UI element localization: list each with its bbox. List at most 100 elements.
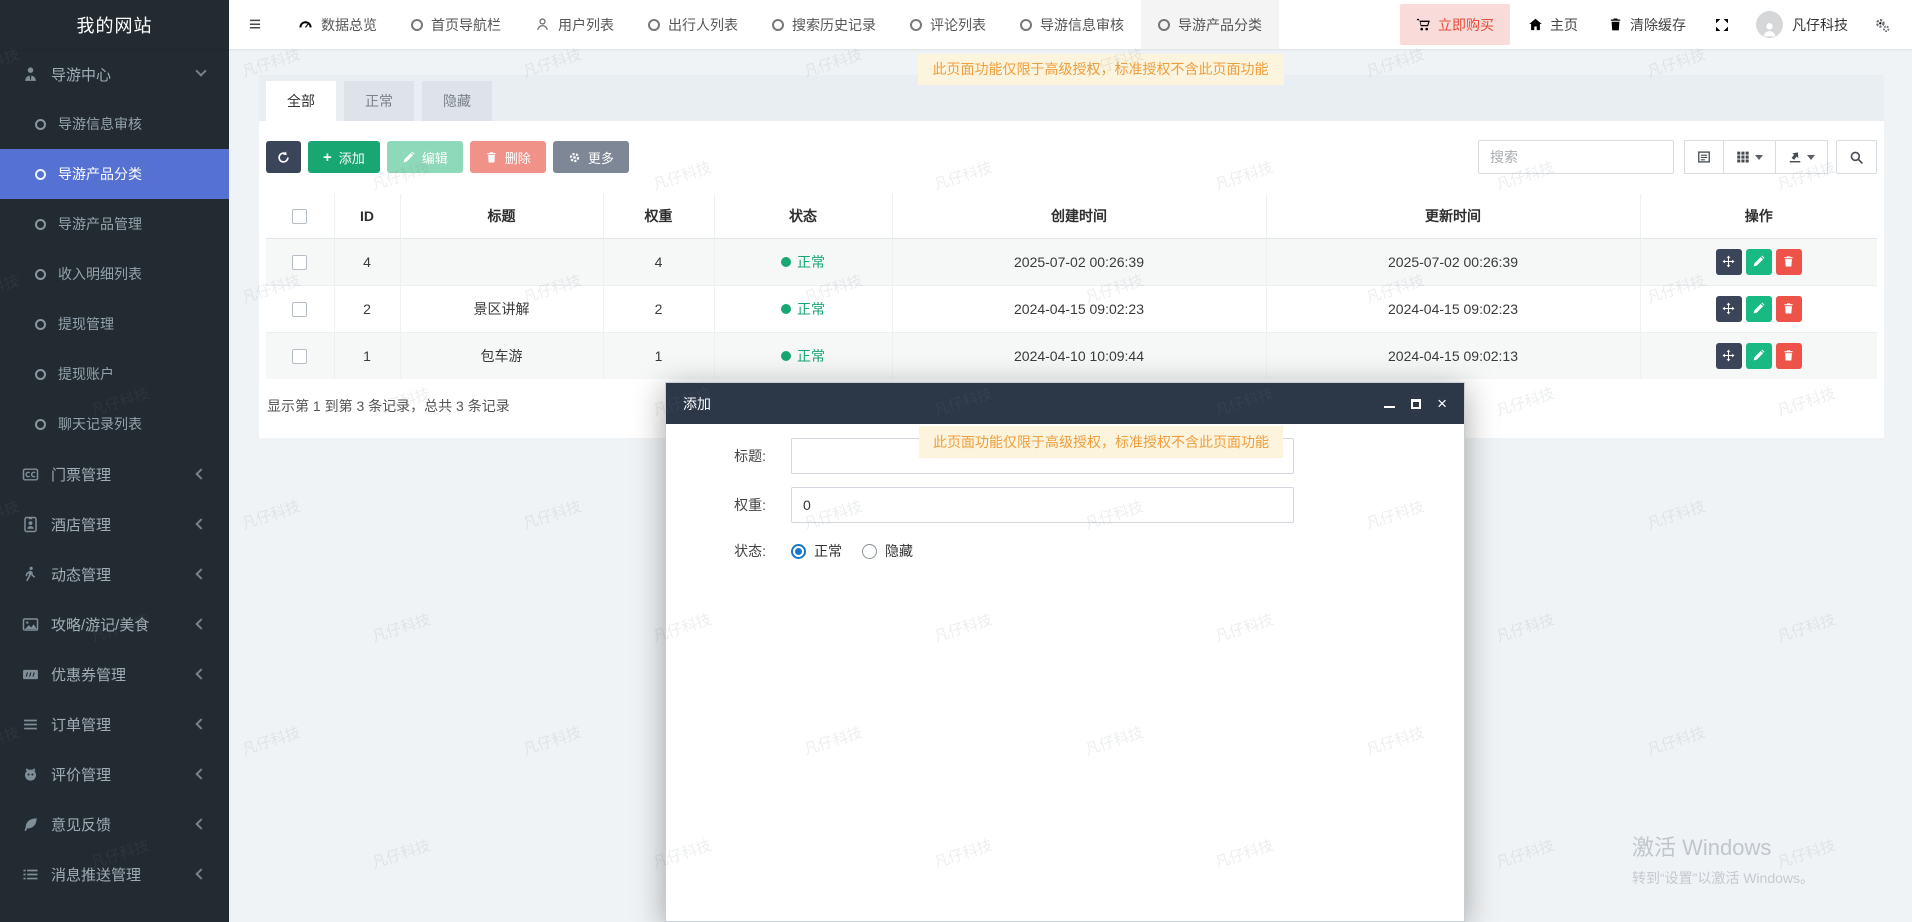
sidebar-group-hotels[interactable]: 酒店管理 — [0, 499, 229, 549]
sidebar-item-withdraw-account[interactable]: 提现账户 — [0, 349, 229, 399]
sidebar-group-moments[interactable]: 动态管理 — [0, 549, 229, 599]
topbar: 我的网站 ≡ 数据总览 首页导航栏 用户列表 出行人列表 搜索历史记录 评论列表… — [0, 0, 1912, 49]
col-header-id[interactable]: ID — [333, 194, 400, 239]
topnav-item-traveler-list[interactable]: 出行人列表 — [631, 0, 755, 49]
sidebar-item-income-list[interactable]: 收入明细列表 — [0, 249, 229, 299]
row-checkbox[interactable] — [292, 254, 308, 270]
sidebar-item-chat-records[interactable]: 聊天记录列表 — [0, 399, 229, 449]
col-header-status[interactable]: 状态 — [713, 194, 892, 239]
sidebar-group-guide-center[interactable]: 导游中心 — [0, 49, 229, 99]
status-radio-hidden[interactable]: 隐藏 — [862, 541, 913, 561]
radio-hidden-label: 隐藏 — [885, 543, 913, 559]
topnav-label: 搜索历史记录 — [792, 16, 876, 33]
topnav-label: 出行人列表 — [668, 16, 738, 33]
more-button[interactable]: 更多 — [552, 141, 629, 173]
close-button[interactable]: × — [1437, 395, 1447, 412]
radio-unselected-icon[interactable] — [862, 543, 877, 559]
move-icon — [1722, 349, 1735, 362]
topnav-item-guide-audit[interactable]: 导游信息审核 — [1003, 0, 1141, 49]
add-button[interactable]: + 添加 — [308, 141, 380, 173]
topnav-item-dashboard[interactable]: 数据总览 — [281, 0, 394, 49]
sidebar-toggle-button[interactable]: ≡ — [229, 0, 281, 49]
sidebar-item-withdraw-manage[interactable]: 提现管理 — [0, 299, 229, 349]
topnav-item-user-list[interactable]: 用户列表 — [518, 0, 631, 49]
clear-cache-button[interactable]: 清除缓存 — [1596, 15, 1698, 35]
sidebar-group-feedback[interactable]: 意见反馈 — [0, 799, 229, 849]
sidebar-group-reviews[interactable]: 评价管理 — [0, 749, 229, 799]
tab-normal[interactable]: 正常 — [344, 81, 414, 121]
tab-all[interactable]: 全部 — [266, 81, 336, 121]
search-submit-button[interactable] — [1836, 140, 1877, 174]
topnav-item-home-navbar[interactable]: 首页导航栏 — [394, 0, 518, 49]
export-button[interactable] — [1776, 140, 1828, 174]
sidebar-group-orders[interactable]: 订单管理 — [0, 699, 229, 749]
more-label: 更多 — [587, 150, 614, 166]
topnav-item-comment-list[interactable]: 评论列表 — [893, 0, 1003, 49]
homepage-link[interactable]: 主页 — [1516, 15, 1590, 35]
data-table: ID 标题 权重 状态 创建时间 更新时间 操作 4 4 正常 2025-07-… — [266, 194, 1877, 379]
table-row[interactable]: 2 景区讲解 2 正常 2024-04-15 09:02:23 2024-04-… — [266, 284, 1877, 332]
drag-row-button[interactable] — [1715, 342, 1742, 369]
table-row[interactable]: 4 4 正常 2025-07-02 00:26:39 2025-07-02 00… — [266, 237, 1877, 285]
col-header-created[interactable]: 创建时间 — [891, 194, 1266, 239]
col-header-title[interactable]: 标题 — [399, 194, 603, 239]
trash-icon — [1782, 349, 1795, 362]
toolbar: + 添加 编辑 删除 更多 — [266, 140, 1877, 174]
detail-view-button[interactable] — [1684, 140, 1724, 174]
caret-down-icon — [1755, 154, 1763, 160]
tab-hidden[interactable]: 隐藏 — [422, 81, 492, 121]
sidebar-group-coupons[interactable]: 优惠券管理 — [0, 649, 229, 699]
circle-icon — [1020, 18, 1032, 31]
edit-row-button[interactable] — [1745, 248, 1772, 275]
username-label: 凡仔科技 — [1792, 16, 1848, 33]
buy-now-button[interactable]: 立即购买 — [1400, 4, 1510, 45]
cell-created: 2024-04-10 10:09:44 — [891, 331, 1266, 379]
sidebar-group-guides-food[interactable]: 攻略/游记/美食 — [0, 599, 229, 649]
search-input[interactable] — [1478, 140, 1674, 174]
weight-input[interactable] — [791, 487, 1294, 523]
minimize-button[interactable] — [1384, 399, 1396, 408]
drag-row-button[interactable] — [1715, 248, 1742, 275]
edit-row-button[interactable] — [1745, 342, 1772, 369]
delete-button[interactable]: 删除 — [469, 141, 546, 173]
cell-updated: 2024-04-15 09:02:23 — [1265, 284, 1640, 332]
drag-row-button[interactable] — [1715, 295, 1742, 322]
circle-icon — [35, 368, 46, 380]
col-header-updated[interactable]: 更新时间 — [1265, 194, 1640, 239]
avatar — [1756, 11, 1783, 38]
user-menu[interactable]: 凡仔科技 — [1746, 11, 1858, 38]
radio-selected-icon[interactable] — [791, 543, 806, 559]
status-radio-normal[interactable]: 正常 — [791, 541, 842, 561]
sidebar-item-label: 导游信息审核 — [58, 116, 142, 132]
delete-row-button[interactable] — [1775, 342, 1802, 369]
edit-button[interactable]: 编辑 — [386, 141, 463, 173]
delete-row-button[interactable] — [1775, 295, 1802, 322]
columns-icon — [1736, 150, 1750, 164]
maximize-button[interactable] — [1411, 398, 1422, 409]
sidebar-item-guide-category[interactable]: 导游产品分类 — [0, 149, 229, 199]
home-icon — [1528, 17, 1543, 32]
refresh-icon — [277, 151, 290, 164]
topbar-right: 立即购买 主页 清除缓存 凡仔科技 — [1400, 0, 1912, 49]
sidebar-group-label: 消息推送管理 — [51, 866, 142, 884]
sidebar-group-tickets[interactable]: 门票管理 — [0, 449, 229, 499]
fullscreen-button[interactable] — [1704, 17, 1740, 33]
row-checkbox[interactable] — [292, 349, 308, 365]
sidebar-item-guide-audit[interactable]: 导游信息审核 — [0, 99, 229, 149]
table-row[interactable]: 1 包车游 1 正常 2024-04-10 10:09:44 2024-04-1… — [266, 331, 1877, 379]
dialog-header[interactable]: 添加 × — [666, 383, 1464, 424]
refresh-button[interactable] — [266, 141, 301, 173]
status-badge: 正常 — [781, 299, 825, 319]
settings-button[interactable] — [1864, 17, 1900, 33]
delete-row-button[interactable] — [1775, 248, 1802, 275]
row-checkbox[interactable] — [292, 301, 308, 317]
trash-icon — [485, 151, 498, 164]
sidebar-group-push-messages[interactable]: 消息推送管理 — [0, 849, 229, 899]
sidebar-item-guide-product[interactable]: 导游产品管理 — [0, 199, 229, 249]
select-all-checkbox[interactable] — [292, 209, 308, 225]
columns-button[interactable] — [1724, 140, 1776, 174]
topnav-item-search-history[interactable]: 搜索历史记录 — [755, 0, 893, 49]
edit-row-button[interactable] — [1745, 295, 1772, 322]
col-header-weight[interactable]: 权重 — [602, 194, 714, 239]
topnav-item-guide-category[interactable]: 导游产品分类 — [1141, 0, 1279, 49]
